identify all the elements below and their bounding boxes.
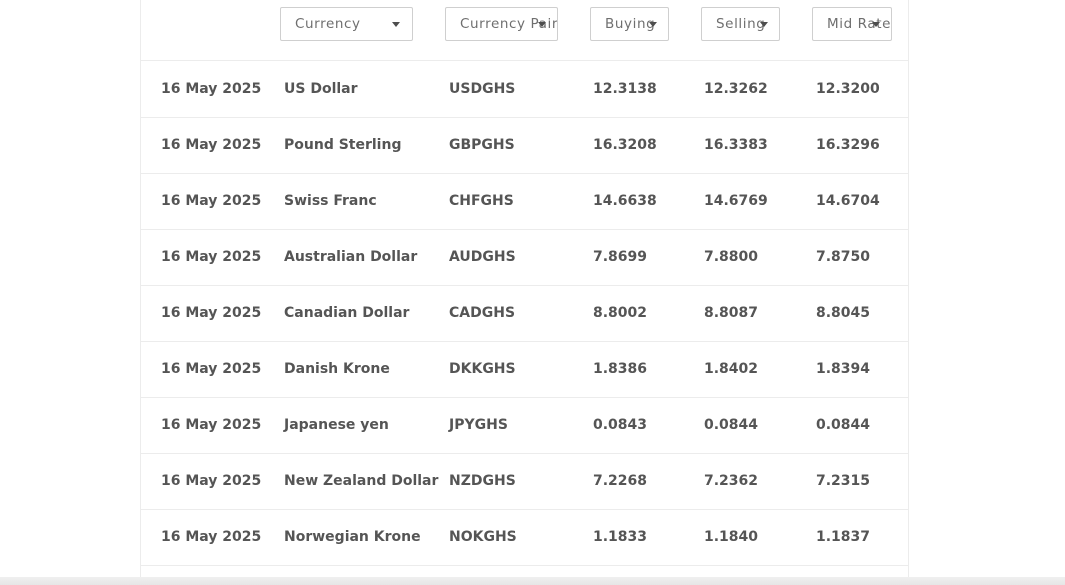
mid-rate-filter-label: Mid Rate [827, 16, 892, 32]
table-row: 16 May 2025 Danish Krone DKKGHS 1.8386 1… [141, 341, 908, 398]
chevron-down-icon [649, 22, 657, 27]
table-row: 16 May 2025 US Dollar USDGHS 12.3138 12.… [141, 61, 908, 118]
table-row: 16 May 2025 Japanese yen JPYGHS 0.0843 0… [141, 397, 908, 454]
selling-cell: 0.0844 [704, 417, 759, 433]
buying-filter-label: Buying [605, 16, 656, 32]
currency-pair-cell: DKKGHS [449, 361, 516, 377]
table-row: 16 May 2025 Swiss Franc CHFGHS 14.6638 1… [141, 173, 908, 230]
chevron-down-icon [872, 22, 880, 27]
date-cell: 16 May 2025 [161, 305, 262, 321]
selling-filter-dropdown[interactable]: Selling [701, 7, 780, 41]
date-cell: 16 May 2025 [161, 529, 262, 545]
date-cell: 16 May 2025 [161, 249, 262, 265]
selling-cell: 1.8402 [704, 361, 759, 377]
date-cell: 16 May 2025 [161, 417, 262, 433]
currency-cell: Canadian Dollar [284, 305, 410, 321]
currency-cell: Swiss Franc [284, 193, 377, 209]
chevron-down-icon [392, 22, 400, 27]
mid-rate-cell: 8.8045 [816, 305, 871, 321]
currency-cell: US Dollar [284, 81, 358, 97]
currency-cell: Pound Sterling [284, 137, 402, 153]
selling-cell: 8.8087 [704, 305, 759, 321]
table-row: 16 May 2025 Norwegian Krone NOKGHS 1.183… [141, 509, 908, 566]
mid-rate-cell: 0.0844 [816, 417, 871, 433]
buying-cell: 7.2268 [593, 473, 648, 489]
selling-filter-label: Selling [716, 16, 766, 32]
date-cell: 16 May 2025 [161, 137, 262, 153]
table-row: 16 May 2025 Australian Dollar AUDGHS 7.8… [141, 229, 908, 286]
buying-cell: 1.8386 [593, 361, 648, 377]
buying-cell: 1.1833 [593, 529, 648, 545]
selling-cell: 16.3383 [704, 137, 768, 153]
buying-cell: 0.0843 [593, 417, 648, 433]
currency-pair-cell: CHFGHS [449, 193, 514, 209]
selling-cell: 7.2362 [704, 473, 759, 489]
date-cell: 16 May 2025 [161, 361, 262, 377]
page: Currency Currency Pair Buying Selling Mi… [0, 0, 1065, 585]
table-row: 16 May 2025 Canadian Dollar CADGHS 8.800… [141, 285, 908, 342]
mid-rate-cell: 1.1837 [816, 529, 871, 545]
currency-cell: Australian Dollar [284, 249, 418, 265]
buying-cell: 14.6638 [593, 193, 657, 209]
currency-pair-cell: JPYGHS [449, 417, 508, 433]
selling-cell: 7.8800 [704, 249, 759, 265]
buying-cell: 16.3208 [593, 137, 657, 153]
table-row: 16 May 2025 Pound Sterling GBPGHS 16.320… [141, 117, 908, 174]
horizontal-scrollbar[interactable] [0, 577, 1065, 585]
mid-rate-cell: 1.8394 [816, 361, 871, 377]
table-header: Currency Currency Pair Buying Selling Mi… [141, 0, 908, 61]
currency-cell: Norwegian Krone [284, 529, 421, 545]
buying-filter-dropdown[interactable]: Buying [590, 7, 669, 41]
selling-cell: 1.1840 [704, 529, 759, 545]
mid-rate-cell: 12.3200 [816, 81, 880, 97]
mid-rate-cell: 16.3296 [816, 137, 880, 153]
chevron-down-icon [760, 22, 768, 27]
chevron-down-icon [538, 22, 546, 27]
currency-pair-cell: USDGHS [449, 81, 516, 97]
currency-pair-filter-dropdown[interactable]: Currency Pair [445, 7, 558, 41]
currency-cell: Japanese yen [284, 417, 389, 433]
currency-filter-dropdown[interactable]: Currency [280, 7, 413, 41]
selling-cell: 14.6769 [704, 193, 768, 209]
mid-rate-cell: 14.6704 [816, 193, 880, 209]
mid-rate-cell: 7.2315 [816, 473, 871, 489]
buying-cell: 8.8002 [593, 305, 648, 321]
currency-pair-cell: NZDGHS [449, 473, 516, 489]
date-cell: 16 May 2025 [161, 473, 262, 489]
selling-cell: 12.3262 [704, 81, 768, 97]
buying-cell: 12.3138 [593, 81, 657, 97]
mid-rate-filter-dropdown[interactable]: Mid Rate [812, 7, 892, 41]
mid-rate-cell: 7.8750 [816, 249, 871, 265]
date-cell: 16 May 2025 [161, 81, 262, 97]
buying-cell: 7.8699 [593, 249, 648, 265]
currency-pair-cell: GBPGHS [449, 137, 515, 153]
currency-cell: Danish Krone [284, 361, 390, 377]
table-row: 16 May 2025 New Zealand Dollar NZDGHS 7.… [141, 453, 908, 510]
currency-pair-cell: AUDGHS [449, 249, 516, 265]
exchange-rates-table: Currency Currency Pair Buying Selling Mi… [140, 0, 909, 578]
currency-cell: New Zealand Dollar [284, 473, 439, 489]
currency-pair-cell: NOKGHS [449, 529, 517, 545]
currency-filter-label: Currency [295, 16, 361, 32]
currency-pair-cell: CADGHS [449, 305, 516, 321]
date-cell: 16 May 2025 [161, 193, 262, 209]
